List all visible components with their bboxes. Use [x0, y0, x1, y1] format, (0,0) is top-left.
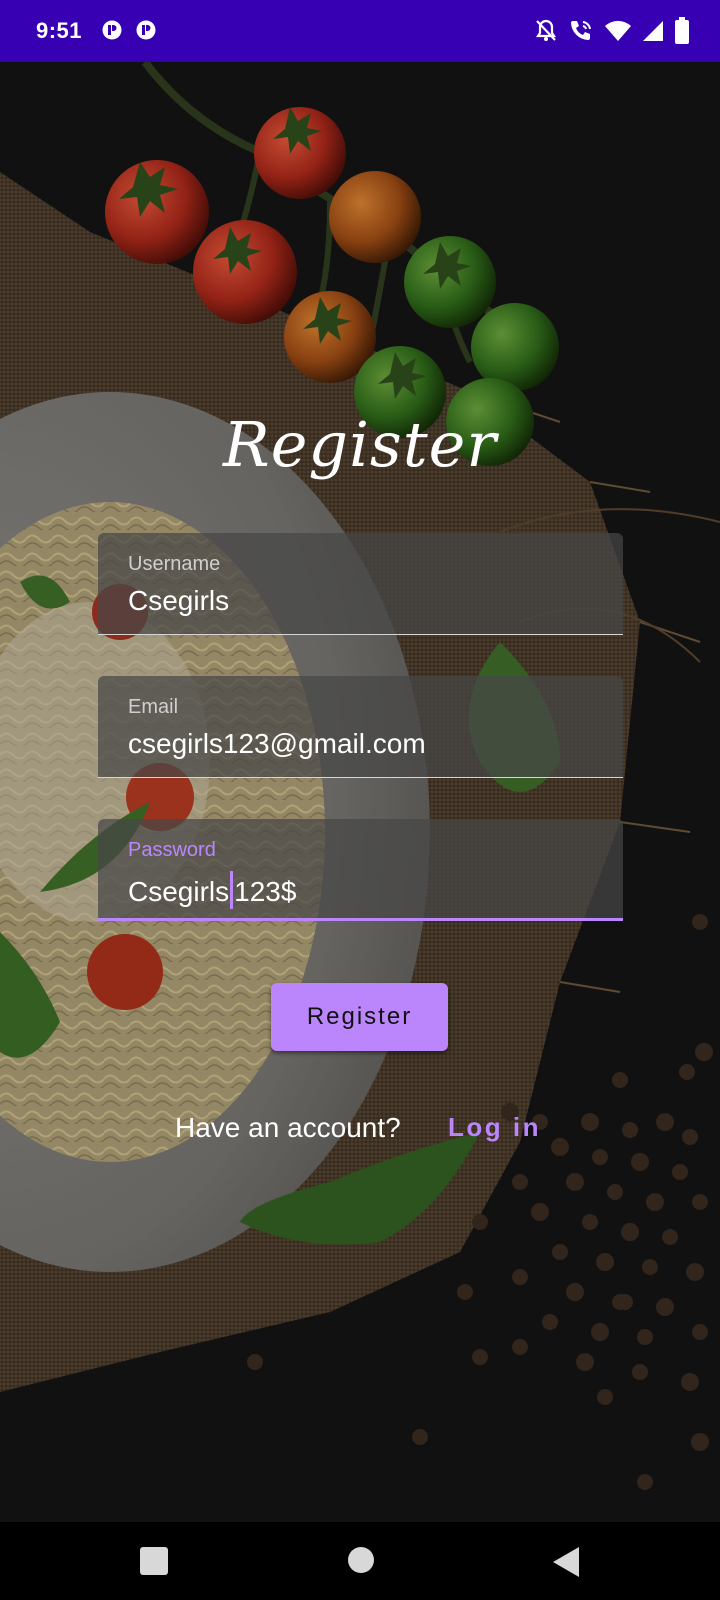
notifications-off-icon	[535, 19, 557, 41]
username-label: Username	[128, 553, 221, 575]
wifi-call-icon	[571, 21, 591, 40]
food-background-image	[0, 62, 720, 1522]
username-field[interactable]: Username Csegirls	[98, 533, 623, 635]
app-notification-icon	[102, 20, 122, 40]
password-field[interactable]: Password Csegirls 123$	[98, 819, 623, 921]
page-title: Register	[223, 408, 497, 481]
email-label: Email	[128, 696, 179, 718]
navigation-bar	[0, 1522, 720, 1600]
text-cursor	[230, 871, 234, 909]
register-button[interactable]: Register	[271, 983, 448, 1051]
back-icon[interactable]	[552, 1546, 580, 1578]
status-icons	[534, 17, 690, 45]
password-text-after-cursor: 123$	[234, 876, 297, 907]
login-link[interactable]: Log in	[448, 1112, 541, 1143]
battery-icon	[675, 17, 689, 44]
status-bar: 9:51	[0, 0, 720, 62]
login-prompt-row: Have an account? Log in	[0, 1112, 720, 1152]
email-field[interactable]: Email csegirls123@gmail.com	[98, 676, 623, 778]
home-icon[interactable]	[347, 1546, 375, 1574]
app-notification-icon	[136, 20, 156, 40]
password-input[interactable]: Csegirls 123$	[128, 871, 296, 909]
wifi-icon	[605, 20, 631, 41]
status-time: 9:51	[36, 18, 83, 43]
signal-icon	[643, 21, 663, 41]
have-account-text: Have an account?	[175, 1112, 401, 1143]
email-input[interactable]: csegirls123@gmail.com	[128, 728, 426, 760]
password-text-before-cursor: Csegirls	[128, 876, 230, 907]
password-label: Password	[128, 839, 216, 861]
username-input[interactable]: Csegirls	[128, 585, 229, 617]
register-screen: 9:51 Register Username Csegirls Email cs…	[0, 0, 720, 1600]
recents-icon[interactable]	[139, 1546, 169, 1576]
